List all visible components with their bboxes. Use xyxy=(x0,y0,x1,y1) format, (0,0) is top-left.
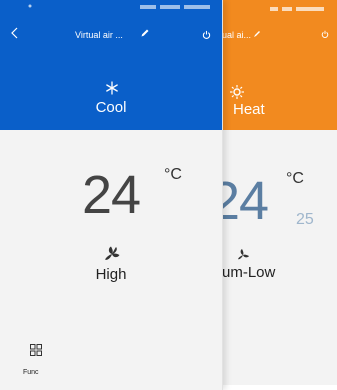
sun-icon xyxy=(230,85,244,99)
power-icon[interactable] xyxy=(321,30,329,38)
cool-card-header: Virtual air ... Cool xyxy=(0,0,222,130)
current-temperature-value: 24 xyxy=(82,165,141,225)
heat-card-title: ual ai... xyxy=(222,30,252,40)
heat-fan-speed: um-Low xyxy=(222,264,276,281)
snowflake-icon xyxy=(106,81,118,95)
grid-icon[interactable] xyxy=(30,344,42,356)
power-icon[interactable] xyxy=(202,30,211,39)
edit-icon[interactable] xyxy=(252,29,262,39)
func-button-label[interactable]: Func xyxy=(23,369,39,376)
status-bar-icons xyxy=(28,4,210,9)
fan-speed-label: High xyxy=(95,266,127,283)
heat-set-temperature: 25 xyxy=(296,211,314,228)
heat-temperature-unit: °C xyxy=(286,170,304,187)
temperature-unit: °C xyxy=(164,166,182,183)
fan-icon xyxy=(238,249,249,260)
device-title: Virtual air ... xyxy=(75,30,123,40)
cool-mode-card[interactable]: Virtual air ... Cool 24 °C High Func xyxy=(0,0,223,390)
fan-icon[interactable] xyxy=(103,245,121,263)
back-arrow-icon[interactable] xyxy=(10,26,20,40)
heat-mode-label: Heat xyxy=(233,101,265,118)
cool-mode-label: Cool xyxy=(95,99,127,116)
edit-icon[interactable] xyxy=(140,28,150,38)
